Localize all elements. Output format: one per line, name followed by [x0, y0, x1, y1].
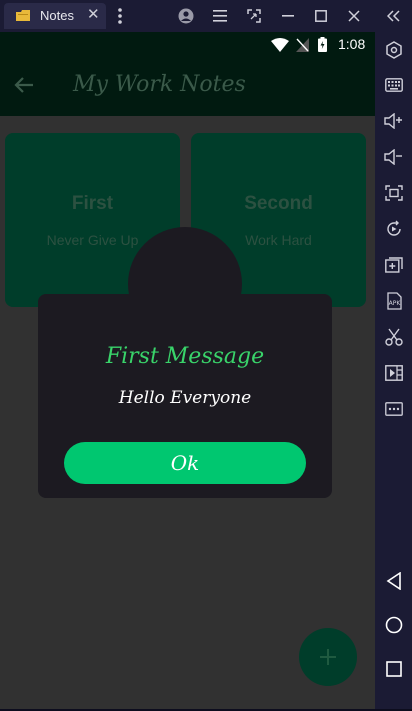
- android-recents-icon[interactable]: [375, 654, 412, 684]
- screenshot-icon[interactable]: [375, 178, 412, 208]
- minimize-icon[interactable]: [274, 0, 302, 32]
- rotate-icon[interactable]: [375, 214, 412, 244]
- android-screen: 1:08 My Work Notes First Never Give Up S…: [0, 32, 375, 709]
- status-time: 1:08: [338, 36, 366, 52]
- battery-icon: [318, 37, 327, 52]
- app-bar: My Work Notes: [0, 58, 375, 116]
- collapse-sidebar-icon[interactable]: [380, 0, 408, 32]
- settings-icon[interactable]: [375, 35, 412, 65]
- app-tab[interactable]: Notes ✕: [4, 3, 106, 29]
- plus-icon: [320, 649, 336, 665]
- android-back-icon[interactable]: [375, 566, 412, 596]
- volume-up-icon[interactable]: [375, 106, 412, 136]
- tab-label: Notes: [40, 8, 74, 23]
- signal-icon: [296, 38, 309, 52]
- tab-close-icon[interactable]: ✕: [87, 5, 100, 23]
- maximize-icon[interactable]: [307, 0, 335, 32]
- dialog-message: Hello Everyone: [118, 388, 252, 408]
- note-title: Second: [244, 193, 313, 214]
- page-title: My Work Notes: [73, 72, 246, 97]
- expand-icon[interactable]: [240, 0, 268, 32]
- add-note-button[interactable]: [299, 628, 357, 686]
- svg-text:APK: APK: [388, 300, 401, 307]
- close-icon[interactable]: [340, 0, 368, 32]
- dialog-title: First Message: [105, 344, 265, 369]
- apk-icon[interactable]: APK: [375, 286, 412, 316]
- message-dialog: First Message Hello Everyone Ok: [38, 294, 332, 498]
- add-icon[interactable]: [375, 250, 412, 280]
- media-icon[interactable]: [375, 358, 412, 388]
- android-home-icon[interactable]: [375, 610, 412, 640]
- wifi-icon: [271, 38, 289, 52]
- status-bar: 1:08: [0, 32, 375, 58]
- emulator-sidebar: APK: [375, 32, 412, 709]
- back-arrow-icon[interactable]: [14, 76, 34, 94]
- ok-button[interactable]: Ok: [64, 442, 306, 484]
- keyboard-icon[interactable]: [375, 70, 412, 100]
- menu-dots-icon[interactable]: [106, 0, 134, 32]
- hamburger-icon[interactable]: [206, 0, 234, 32]
- volume-down-icon[interactable]: [375, 142, 412, 172]
- scissors-icon[interactable]: [375, 322, 412, 352]
- account-icon[interactable]: [172, 0, 200, 32]
- more-icon[interactable]: [375, 394, 412, 424]
- emulator-titlebar: Notes ✕: [0, 0, 412, 32]
- note-title: First: [71, 193, 114, 214]
- folder-icon: [16, 10, 30, 21]
